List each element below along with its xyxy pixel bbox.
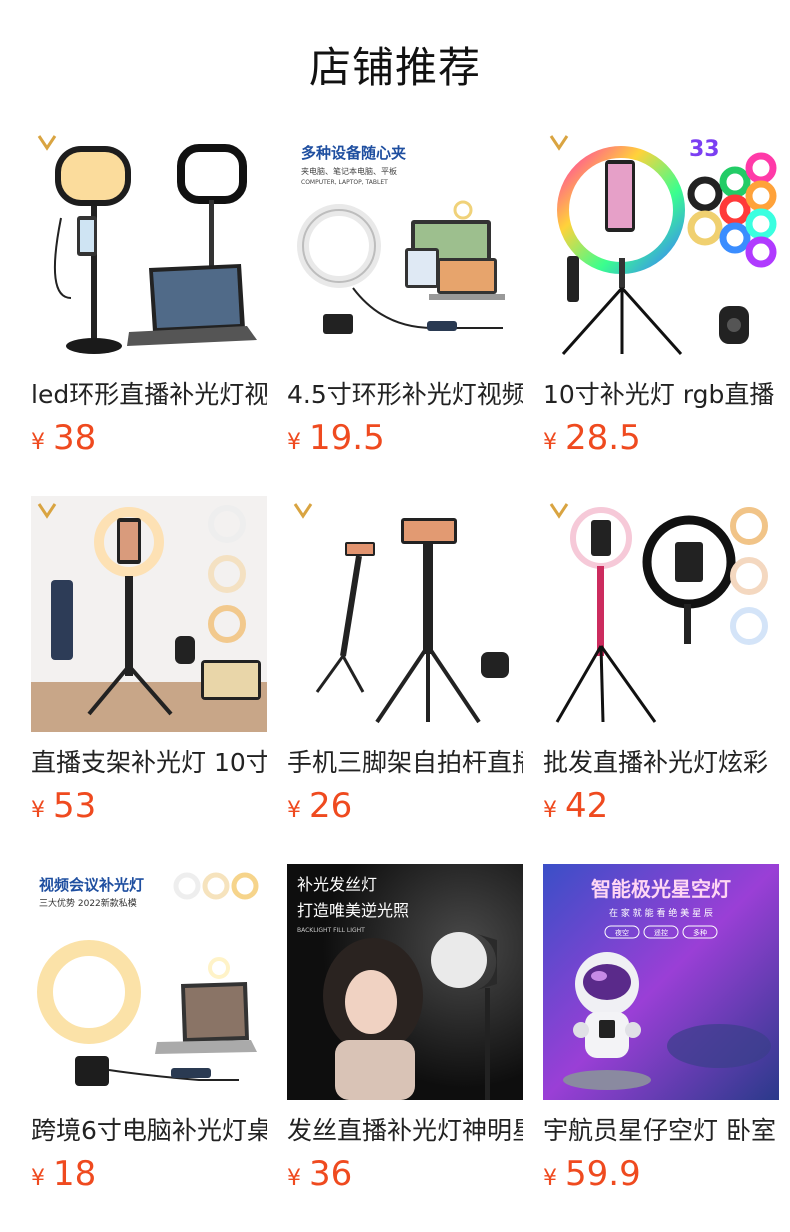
currency-symbol: ¥ [287,1166,301,1191]
product-card[interactable]: 视频会议补光灯 三大优势 2022新款私模 跨境6寸电脑补光灯桌 ¥18 [31,864,267,1194]
svg-text:33: 33 [689,137,720,162]
product-card[interactable]: 多种设备随心夹 夹电脑、笔记本电脑、平板 COMPUTER, LAPTOP, T… [287,128,523,458]
product-card[interactable]: 智能极光星空灯 在 家 就 能 看 绝 美 星 辰 夜空 遥控 多种 宇航员星仔… [543,864,779,1194]
svg-text:夜空: 夜空 [615,928,629,937]
svg-text:三大优势 2022新款私模: 三大优势 2022新款私模 [39,897,137,909]
svg-text:BACKLIGHT FILL LIGHT: BACKLIGHT FILL LIGHT [297,927,365,934]
product-image-phone-tripod[interactable] [287,496,523,732]
price-value: 38 [53,418,97,458]
product-price: ¥19.5 [287,418,523,458]
currency-symbol: ¥ [31,430,45,455]
product-image-clip-ring-light[interactable]: 多种设备随心夹 夹电脑、笔记本电脑、平板 COMPUTER, LAPTOP, T… [287,128,523,364]
product-image-astronaut-star-projector[interactable]: 智能极光星空灯 在 家 就 能 看 绝 美 星 辰 夜空 遥控 多种 [543,864,779,1100]
product-price: ¥26 [287,786,523,826]
product-image-video-conference-light[interactable]: 视频会议补光灯 三大优势 2022新款私模 [31,864,267,1100]
price-value: 18 [53,1154,97,1194]
price-value: 36 [309,1154,353,1194]
svg-text:补光发丝灯: 补光发丝灯 [297,875,377,894]
currency-symbol: ¥ [31,1166,45,1191]
product-name[interactable]: 直播支架补光灯 10寸 [31,746,267,780]
product-image-rgb-ring-light[interactable]: 33 [543,128,779,364]
price-value: 53 [53,786,97,826]
currency-symbol: ¥ [543,430,557,455]
product-image-hair-light[interactable]: 补光发丝灯 打造唯美逆光照 BACKLIGHT FILL LIGHT [287,864,523,1100]
svg-text:智能极光星空灯: 智能极光星空灯 [591,877,731,901]
product-name[interactable]: 发丝直播补光灯神明星 [287,1114,523,1148]
product-price: ¥18 [31,1154,267,1194]
svg-text:视频会议补光灯: 视频会议补光灯 [39,876,144,894]
product-name[interactable]: 跨境6寸电脑补光灯桌 [31,1114,267,1148]
svg-text:在 家 就 能 看 绝 美 星 辰: 在 家 就 能 看 绝 美 星 辰 [609,907,713,919]
product-name[interactable]: 宇航员星仔空灯 卧室 [543,1114,779,1148]
image-caption: 多种设备随心夹 [301,144,406,162]
product-card[interactable]: led环形直播补光灯视 ¥38 [31,128,267,458]
currency-symbol: ¥ [31,798,45,823]
product-price: ¥28.5 [543,418,779,458]
price-value: 59.9 [565,1154,641,1194]
price-value: 28.5 [565,418,641,458]
product-name[interactable]: 10寸补光灯 rgb直播 [543,378,779,412]
product-image-ring-light-stand[interactable] [543,496,779,732]
product-image-desk-lamp[interactable] [31,128,267,364]
svg-text:打造唯美逆光照: 打造唯美逆光照 [297,901,409,920]
product-price: ¥59.9 [543,1154,779,1194]
product-name[interactable]: led环形直播补光灯视 [31,378,267,412]
product-price: ¥36 [287,1154,523,1194]
currency-symbol: ¥ [287,798,301,823]
currency-symbol: ¥ [543,798,557,823]
price-value: 19.5 [309,418,385,458]
svg-text:夹电脑、笔记本电脑、平板: 夹电脑、笔记本电脑、平板 [301,166,397,176]
currency-symbol: ¥ [287,430,301,455]
product-card[interactable]: 33 10寸补光灯 rgb直播 ¥28.5 [543,128,779,458]
product-name[interactable]: 手机三脚架自拍杆直播 [287,746,523,780]
product-card[interactable]: 补光发丝灯 打造唯美逆光照 BACKLIGHT FILL LIGHT 发丝直播补… [287,864,523,1194]
svg-text:多种: 多种 [693,928,707,937]
price-value: 42 [565,786,609,826]
product-price: ¥42 [543,786,779,826]
section-title: 店铺推荐 [308,43,481,92]
svg-text:遥控: 遥控 [654,928,668,937]
currency-symbol: ¥ [543,1166,557,1191]
product-name[interactable]: 批发直播补光灯炫彩 [543,746,779,780]
svg-text:COMPUTER, LAPTOP, TABLET: COMPUTER, LAPTOP, TABLET [301,179,388,186]
product-price: ¥53 [31,786,267,826]
product-price: ¥38 [31,418,267,458]
product-card[interactable]: 直播支架补光灯 10寸 ¥53 [31,496,267,826]
price-value: 26 [309,786,353,826]
product-card[interactable]: 手机三脚架自拍杆直播 ¥26 [287,496,523,826]
product-card[interactable]: 批发直播补光灯炫彩 ¥42 [543,496,779,826]
product-name[interactable]: 4.5寸环形补光灯视频 [287,378,523,412]
product-image-ring-light-tripod[interactable] [31,496,267,732]
